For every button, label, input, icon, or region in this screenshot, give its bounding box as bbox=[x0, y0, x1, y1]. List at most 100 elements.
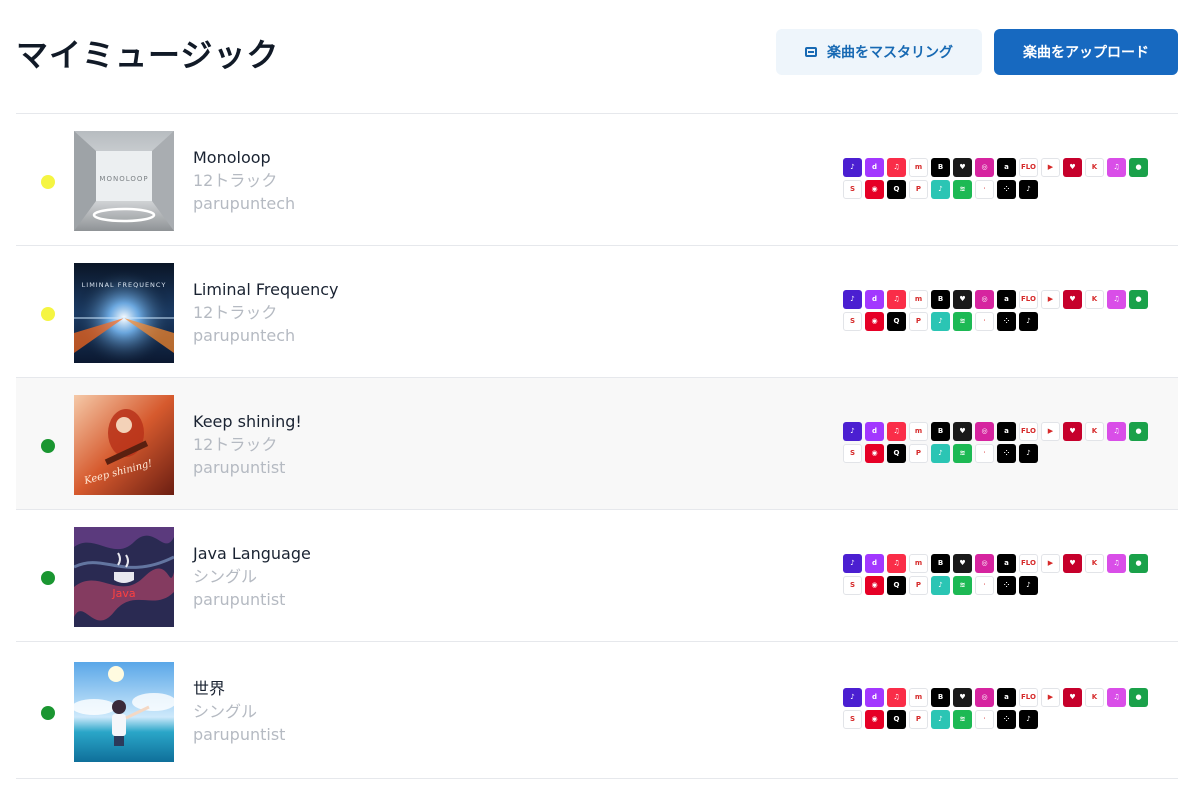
release-title[interactable]: 世界 bbox=[193, 678, 285, 700]
audiomack-icon: ● bbox=[1129, 688, 1148, 707]
release-title[interactable]: Java Language bbox=[193, 543, 311, 565]
platform-icons: ♪ d ♫ m B ♥ ◎ a FLO ▶ ♥ K ♫ ● S ◉ Q P ♪ ≋ ᐧ ⁘ ♪ bbox=[843, 290, 1153, 334]
itunes-icon: ♫ bbox=[1107, 554, 1126, 573]
kkbox-icon: K bbox=[1085, 290, 1104, 309]
pandora-icon: P bbox=[909, 576, 928, 595]
pandora-icon: P bbox=[909, 710, 928, 729]
release-list: MONOLOOP Monoloop 12トラック parupuntech ♪ d ♫… bbox=[16, 114, 1178, 779]
release-row[interactable]: 世界 シングル parupuntist ♪ d ♫ m B ♥ ◎ a FLO ▶ ♥ K ♫ ● S ◉ Q P… bbox=[16, 642, 1178, 779]
youtube-music-icon: ▶ bbox=[1041, 158, 1060, 177]
apple-music-icon: ♫ bbox=[887, 554, 906, 573]
itunes-icon: ♫ bbox=[1107, 290, 1126, 309]
instagram-icon: ◎ bbox=[975, 554, 994, 573]
amazon-music-icon: ♪ bbox=[843, 422, 862, 441]
spotify-icon: ≋ bbox=[953, 576, 972, 595]
status-dot bbox=[41, 175, 55, 189]
flo-icon: FLO bbox=[1019, 688, 1038, 707]
pandora-icon: P bbox=[909, 180, 928, 199]
tidal-icon: ᐧ bbox=[975, 444, 994, 463]
release-title[interactable]: Keep shining! bbox=[193, 411, 302, 433]
youtube-music-icon: ▶ bbox=[1041, 554, 1060, 573]
shazam-icon: S bbox=[843, 576, 862, 595]
master-track-button[interactable]: 楽曲をマスタリング bbox=[776, 29, 982, 75]
page-header: マイミュージック 楽曲をマスタリング 楽曲をアップロード bbox=[16, 0, 1178, 114]
deezer-icon: d bbox=[865, 422, 884, 441]
art-text: Java bbox=[111, 587, 135, 600]
tiktok-icon: ♪ bbox=[1019, 312, 1038, 331]
release-title[interactable]: Monoloop bbox=[193, 147, 295, 169]
boomplay-icon: B bbox=[931, 158, 950, 177]
amazon-music-icon: ♪ bbox=[843, 290, 862, 309]
release-row[interactable]: Java Java Language シングル parupuntist ♪ d ♫ m… bbox=[16, 510, 1178, 642]
status-dot bbox=[41, 307, 55, 321]
tiktok-icon: ♪ bbox=[1019, 180, 1038, 199]
deezer-icon: d bbox=[865, 554, 884, 573]
qobuz-icon: Q bbox=[887, 312, 906, 331]
amazon-music-icon: ♪ bbox=[843, 158, 862, 177]
tidal-icon: ᐧ bbox=[975, 180, 994, 199]
spotify-icon: ≋ bbox=[953, 312, 972, 331]
boomplay-icon: B bbox=[931, 688, 950, 707]
track-count: 12トラック bbox=[193, 303, 278, 322]
iheartradio-icon: ♥ bbox=[1063, 158, 1082, 177]
spotify-icon: ≋ bbox=[953, 444, 972, 463]
anghami-icon: a bbox=[997, 554, 1016, 573]
instagram-icon: ◎ bbox=[975, 422, 994, 441]
shazam-icon: S bbox=[843, 710, 862, 729]
jiosaavn-icon: ♪ bbox=[931, 576, 950, 595]
flo-icon: FLO bbox=[1019, 290, 1038, 309]
audiomack-icon: ● bbox=[1129, 290, 1148, 309]
platform-icons: ♪ d ♫ m B ♥ ◎ a FLO ▶ ♥ K ♫ ● S ◉ Q P ♪ ≋ ᐧ ⁘ ♪ bbox=[843, 422, 1153, 466]
melon-icon: m bbox=[909, 554, 928, 573]
itunes-icon: ♫ bbox=[1107, 158, 1126, 177]
tiktok-icon: ♪ bbox=[1019, 444, 1038, 463]
release-row[interactable]: LIMINAL FREQUENCY Liminal Frequency 12トラ… bbox=[16, 246, 1178, 378]
anghami-icon: a bbox=[997, 158, 1016, 177]
jiosaavn-icon: ♪ bbox=[931, 444, 950, 463]
apple-music-icon: ♫ bbox=[887, 158, 906, 177]
soundcloud-dots-icon: ⁘ bbox=[997, 180, 1016, 199]
apple-music-icon: ♫ bbox=[887, 422, 906, 441]
apple-music-icon: ♫ bbox=[887, 290, 906, 309]
tidal-icon: ᐧ bbox=[975, 576, 994, 595]
netease-icon: ◉ bbox=[865, 710, 884, 729]
keep-shining-cover-art: Keep shining! bbox=[74, 395, 174, 495]
netease-icon: ◉ bbox=[865, 444, 884, 463]
release-row[interactable]: MONOLOOP Monoloop 12トラック parupuntech ♪ d ♫… bbox=[16, 114, 1178, 246]
release-title[interactable]: Liminal Frequency bbox=[193, 279, 339, 301]
iheartradio-icon: ♥ bbox=[1063, 422, 1082, 441]
art-text: MONOLOOP bbox=[99, 175, 148, 183]
boomplay-icon: B bbox=[931, 290, 950, 309]
deezer-icon: d bbox=[865, 688, 884, 707]
artist-name: parupuntist bbox=[193, 458, 286, 477]
spotify-icon: ≋ bbox=[953, 180, 972, 199]
kkbox-icon: K bbox=[1085, 158, 1104, 177]
deezer-icon: d bbox=[865, 158, 884, 177]
tidal-icon: ᐧ bbox=[975, 710, 994, 729]
audiomack-icon: ● bbox=[1129, 554, 1148, 573]
deezer-icon: d bbox=[865, 290, 884, 309]
melon-icon: m bbox=[909, 290, 928, 309]
iheartradio-icon: ♥ bbox=[1063, 688, 1082, 707]
flo-icon: FLO bbox=[1019, 422, 1038, 441]
melon-icon: m bbox=[909, 688, 928, 707]
shazam-icon: S bbox=[843, 180, 862, 199]
itunes-icon: ♫ bbox=[1107, 688, 1126, 707]
flo-icon: FLO bbox=[1019, 554, 1038, 573]
youtube-music-icon: ▶ bbox=[1041, 688, 1060, 707]
artist-name: parupuntech bbox=[193, 326, 296, 345]
melon-icon: m bbox=[909, 422, 928, 441]
upload-track-button[interactable]: 楽曲をアップロード bbox=[994, 29, 1178, 75]
netease-icon: ◉ bbox=[865, 576, 884, 595]
release-row[interactable]: Keep shining! Keep shining! 12トラック parup… bbox=[16, 378, 1178, 510]
platform-icons: ♪ d ♫ m B ♥ ◎ a FLO ▶ ♥ K ♫ ● S ◉ Q P ♪ ≋ ᐧ ⁘ ♪ bbox=[843, 554, 1153, 598]
jiosaavn-icon: ♪ bbox=[931, 180, 950, 199]
anghami-icon: a bbox=[997, 422, 1016, 441]
artist-name: parupuntist bbox=[193, 590, 286, 609]
instagram-icon: ◎ bbox=[975, 688, 994, 707]
qobuz-icon: Q bbox=[887, 710, 906, 729]
java-cover-art: Java bbox=[74, 527, 174, 627]
netease-icon: ◉ bbox=[865, 312, 884, 331]
heart-app-icon: ♥ bbox=[953, 688, 972, 707]
instagram-icon: ◎ bbox=[975, 290, 994, 309]
